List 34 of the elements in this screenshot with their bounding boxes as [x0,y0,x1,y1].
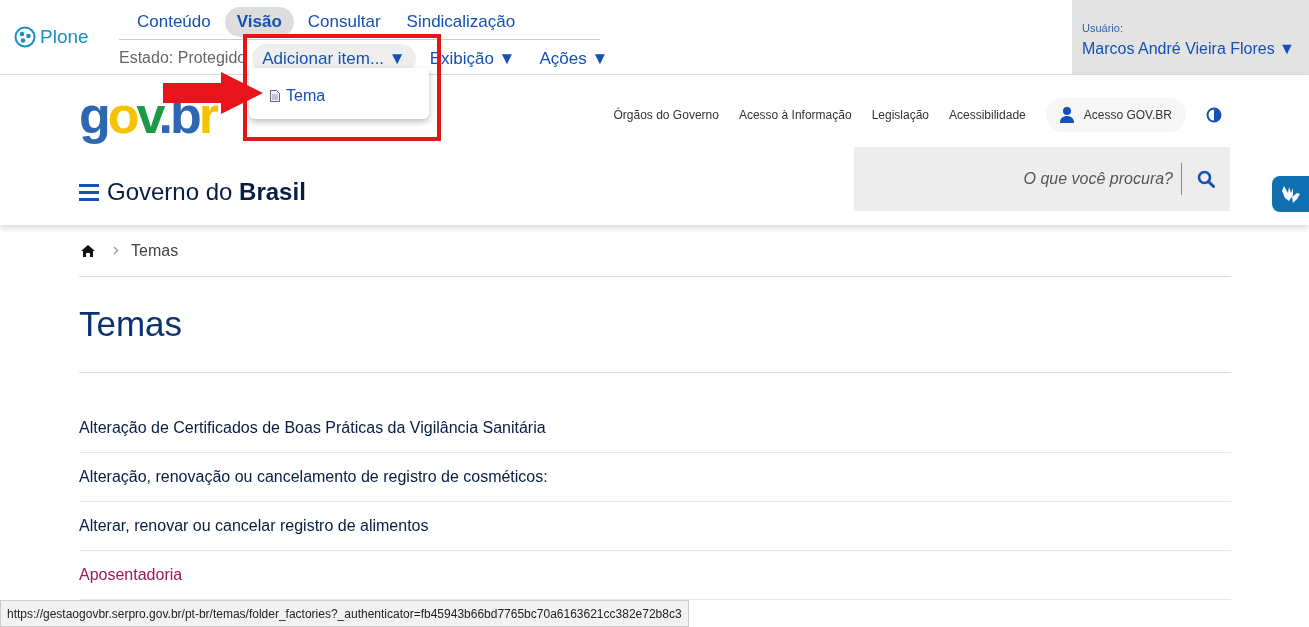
toolbar-tab[interactable]: Sindicalização [394,7,528,37]
toolbar-tab[interactable]: Conteúdo [125,7,223,37]
site-title[interactable]: Governo do Brasil [107,174,306,210]
topic-link[interactable]: Aposentadoria [79,563,183,587]
document-icon [270,90,280,102]
header-link[interactable]: Legislação [871,106,929,124]
page-title: Temas [79,277,1231,373]
status-bar-url: https://gestaogovbr.serpro.gov.br/pt-br/temas/folder_factories?_authenticator=fb45943b66bd7765bc70a6163621cc382e72b8c3 [0,600,689,627]
user-icon [1059,107,1074,123]
search-bar[interactable]: O que você procura? [854,147,1230,211]
dropdown-item[interactable]: Tema [286,84,326,108]
plone-logo-icon [14,26,36,48]
toolbar-menu[interactable]: Ações ▼ [529,43,619,73]
login-button[interactable]: Acesso GOV.BR [1045,98,1186,132]
search-field[interactable]: O que você procura? [881,167,1181,191]
header-link[interactable]: Acessibilidade [949,106,1026,124]
home-icon[interactable] [81,244,95,257]
topic-link[interactable]: Alteração, renovação ou cancelamento de registro de cosméticos: [79,465,548,489]
toolbar-tab[interactable]: Consultar [295,7,393,37]
user-menu[interactable]: Marcos André Vieira Flores ▼ [1082,36,1309,61]
contrast-icon[interactable] [1206,107,1222,123]
breadcrumb-link[interactable]: Temas [131,238,179,263]
user-label: Usuário: [1082,21,1124,36]
chevron-icon [113,246,119,255]
topic-link[interactable]: Alteração de Certificados de Boas Práticas da Vigilância Sanitária [79,416,546,440]
plone-logo[interactable]: Plone [40,22,89,52]
menu-icon[interactable] [79,183,99,201]
topic-link[interactable]: Alterar, renovar ou cancelar registro de alimentos [79,514,429,538]
header-link[interactable]: Acesso à Informação [738,106,852,124]
search-icon[interactable] [1197,170,1215,188]
state-label: Estado: Protegido [119,48,247,69]
toolbar-tab[interactable]: Visão [224,7,294,37]
header-link[interactable]: Órgãos do Governo [613,106,719,124]
sign-language-button[interactable] [1272,176,1309,212]
